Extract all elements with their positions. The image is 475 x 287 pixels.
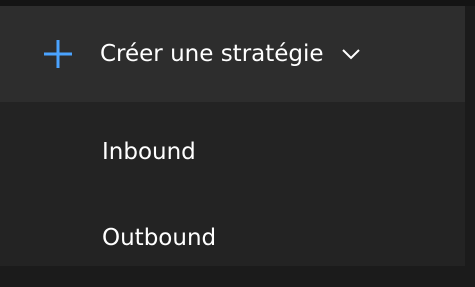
create-strategy-button[interactable]: Créer une stratégie	[0, 6, 465, 102]
plus-icon	[40, 36, 76, 72]
menu-item-outbound[interactable]: Outbound	[0, 210, 465, 266]
menu-right-edge	[465, 6, 475, 266]
create-strategy-label: Créer une stratégie	[100, 41, 324, 67]
chevron-down-icon	[340, 43, 362, 65]
create-strategy-menu: Inbound Outbound	[0, 102, 465, 266]
menu-item-inbound[interactable]: Inbound	[0, 124, 465, 180]
